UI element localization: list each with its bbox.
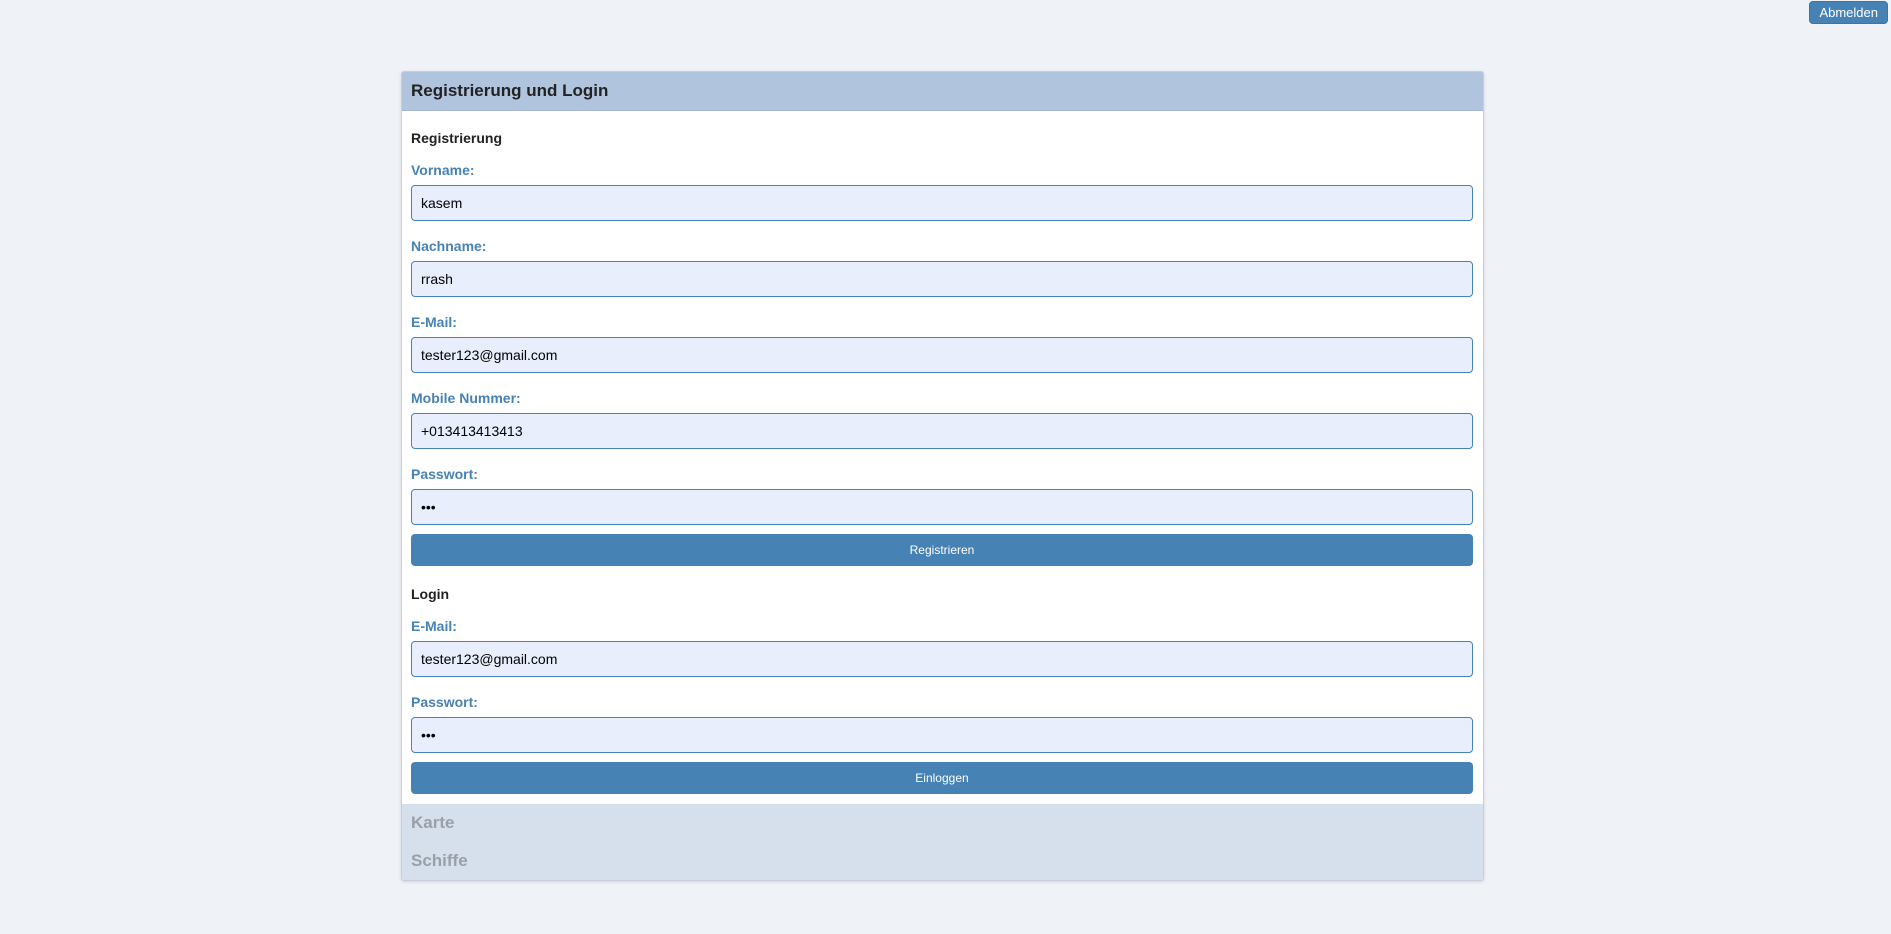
main-accordion: Registrierung und Login Registrierung Vo… <box>401 71 1484 881</box>
login-email-label: E-Mail: <box>411 618 457 634</box>
login-button[interactable]: Einloggen <box>411 762 1473 794</box>
login-password-input[interactable] <box>411 717 1473 753</box>
accordion-header-registration-login[interactable]: Registrierung und Login <box>402 72 1483 111</box>
login-section-title: Login <box>411 586 450 602</box>
login-password-label: Passwort: <box>411 694 478 710</box>
accordion-panel-registration-login: Registrierung Vorname: Nachname: E-Mail:… <box>402 111 1483 804</box>
register-password-label: Passwort: <box>411 466 478 482</box>
register-email-input[interactable] <box>411 337 1473 373</box>
lastname-label: Nachname: <box>411 238 487 254</box>
logout-button[interactable]: Abmelden <box>1809 1 1888 24</box>
accordion-header-schiffe[interactable]: Schiffe <box>402 842 1483 880</box>
firstname-label: Vorname: <box>411 162 475 178</box>
accordion-header-karte[interactable]: Karte <box>402 804 1483 842</box>
lastname-input[interactable] <box>411 261 1473 297</box>
registration-section-title: Registrierung <box>411 130 503 146</box>
firstname-input[interactable] <box>411 185 1473 221</box>
register-email-label: E-Mail: <box>411 314 457 330</box>
login-email-input[interactable] <box>411 641 1473 677</box>
mobile-number-label: Mobile Nummer: <box>411 390 521 406</box>
register-password-input[interactable] <box>411 489 1473 525</box>
mobile-number-input[interactable] <box>411 413 1473 449</box>
register-button[interactable]: Registrieren <box>411 534 1473 566</box>
